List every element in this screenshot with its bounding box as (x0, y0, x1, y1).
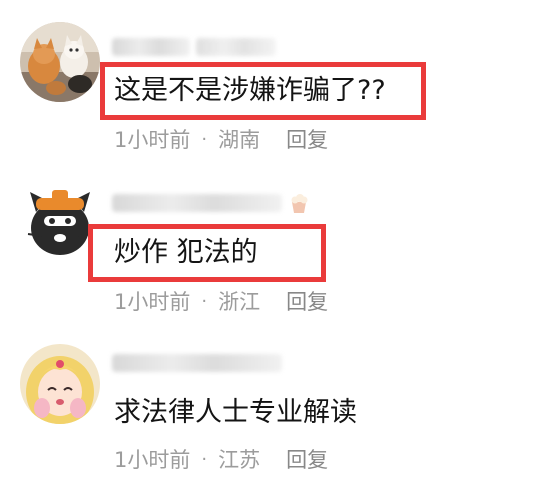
comment-time: 1小时前 (114, 290, 191, 314)
reply-button[interactable]: 回复 (286, 444, 328, 474)
meta-separator: · (201, 448, 208, 470)
comment-text: 炒作 犯法的 (114, 237, 258, 268)
comment-meta: 1小时前 · 江苏 回复 (114, 444, 328, 474)
comment-item: 炒作 犯法的 1小时前 · 浙江 回复 (0, 170, 542, 330)
comment-text: 这是不是涉嫌诈骗了?? (114, 75, 386, 106)
comment-text: 求法律人士专业解读 (114, 397, 357, 428)
comment-meta: 1小时前 · 湖南 回复 (114, 124, 328, 154)
username-blurred[interactable] (112, 194, 282, 212)
username-blurred[interactable] (112, 38, 190, 56)
comment-location: 江苏 (218, 448, 261, 472)
username-blurred (196, 38, 276, 56)
comment-item: 这是不是涉嫌诈骗了?? 1小时前 · 湖南 回复 (0, 0, 542, 160)
comment-meta: 1小时前 · 浙江 回复 (114, 286, 328, 316)
cats-photo-avatar-icon (20, 22, 100, 102)
reply-button[interactable]: 回复 (286, 286, 328, 316)
user-avatar[interactable] (20, 344, 100, 424)
username-blurred[interactable] (112, 354, 282, 372)
meta-separator: · (201, 290, 208, 312)
user-avatar[interactable] (20, 22, 100, 102)
meta-separator: · (201, 128, 208, 150)
comment-location: 浙江 (218, 290, 261, 314)
anime-girl-avatar-icon (20, 344, 100, 424)
user-avatar[interactable] (22, 184, 98, 260)
popcorn-icon (291, 194, 308, 213)
comment-time: 1小时前 (114, 448, 191, 472)
comment-time: 1小时前 (114, 128, 191, 152)
comment-location: 湖南 (218, 128, 261, 152)
comment-item: 求法律人士专业解读 1小时前 · 江苏 回复 (0, 330, 542, 483)
reply-button[interactable]: 回复 (286, 124, 328, 154)
black-cat-cartoon-avatar-icon (22, 184, 98, 260)
